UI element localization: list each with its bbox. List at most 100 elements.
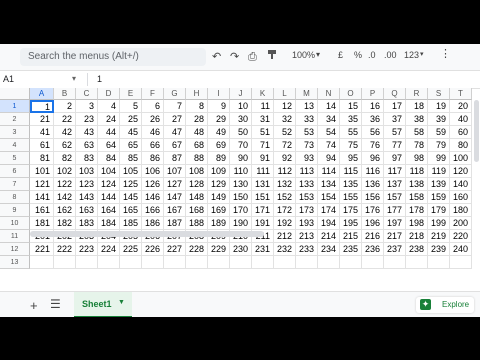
cell-d10[interactable]: 184 xyxy=(98,217,120,230)
column-header-c[interactable]: C xyxy=(76,88,98,100)
cell-f8[interactable]: 146 xyxy=(142,191,164,204)
cell-g13[interactable] xyxy=(164,256,186,269)
cell-m4[interactable]: 73 xyxy=(296,139,318,152)
cell-i12[interactable]: 229 xyxy=(208,243,230,256)
row-header-11[interactable]: 11 xyxy=(0,230,30,243)
cell-k13[interactable] xyxy=(252,256,274,269)
cell-o12[interactable]: 235 xyxy=(340,243,362,256)
cell-n1[interactable]: 14 xyxy=(318,100,340,113)
cell-m7[interactable]: 133 xyxy=(296,178,318,191)
cell-h3[interactable]: 48 xyxy=(186,126,208,139)
cell-b13[interactable] xyxy=(54,256,76,269)
sheet-tab[interactable]: Sheet1 ▼ xyxy=(74,292,132,317)
cell-d5[interactable]: 84 xyxy=(98,152,120,165)
horizontal-scrollbar[interactable] xyxy=(30,231,264,237)
cell-c1[interactable]: 3 xyxy=(76,100,98,113)
column-header-a[interactable]: A xyxy=(30,88,54,100)
cell-k5[interactable]: 91 xyxy=(252,152,274,165)
cell-m13[interactable] xyxy=(296,256,318,269)
cell-i4[interactable]: 69 xyxy=(208,139,230,152)
cell-p12[interactable]: 236 xyxy=(362,243,384,256)
cell-o9[interactable]: 175 xyxy=(340,204,362,217)
column-header-k[interactable]: K xyxy=(252,88,274,100)
cell-g8[interactable]: 147 xyxy=(164,191,186,204)
cell-t11[interactable]: 220 xyxy=(450,230,472,243)
row-header-10[interactable]: 10 xyxy=(0,217,30,230)
cell-f5[interactable]: 86 xyxy=(142,152,164,165)
cell-t10[interactable]: 200 xyxy=(450,217,472,230)
cell-d8[interactable]: 144 xyxy=(98,191,120,204)
cell-k7[interactable]: 131 xyxy=(252,178,274,191)
cell-o11[interactable]: 215 xyxy=(340,230,362,243)
cell-j13[interactable] xyxy=(230,256,252,269)
cell-q5[interactable]: 97 xyxy=(384,152,406,165)
cell-t8[interactable]: 160 xyxy=(450,191,472,204)
cell-q10[interactable]: 197 xyxy=(384,217,406,230)
cell-l4[interactable]: 72 xyxy=(274,139,296,152)
cell-f4[interactable]: 66 xyxy=(142,139,164,152)
cell-q1[interactable]: 17 xyxy=(384,100,406,113)
cell-s4[interactable]: 79 xyxy=(428,139,450,152)
column-header-o[interactable]: O xyxy=(340,88,362,100)
cell-j7[interactable]: 130 xyxy=(230,178,252,191)
cell-p3[interactable]: 56 xyxy=(362,126,384,139)
row-header-9[interactable]: 9 xyxy=(0,204,30,217)
cell-r8[interactable]: 158 xyxy=(406,191,428,204)
cell-g3[interactable]: 47 xyxy=(164,126,186,139)
cell-k12[interactable]: 231 xyxy=(252,243,274,256)
cell-p6[interactable]: 116 xyxy=(362,165,384,178)
cell-n10[interactable]: 194 xyxy=(318,217,340,230)
cell-m5[interactable]: 93 xyxy=(296,152,318,165)
cell-r10[interactable]: 198 xyxy=(406,217,428,230)
cell-r12[interactable]: 238 xyxy=(406,243,428,256)
cell-p8[interactable]: 156 xyxy=(362,191,384,204)
cell-e7[interactable]: 125 xyxy=(120,178,142,191)
name-box[interactable]: A1 xyxy=(3,74,14,84)
cell-h4[interactable]: 68 xyxy=(186,139,208,152)
cell-t4[interactable]: 80 xyxy=(450,139,472,152)
cell-a2[interactable]: 21 xyxy=(30,113,54,126)
cell-t13[interactable] xyxy=(450,256,472,269)
cell-c2[interactable]: 23 xyxy=(76,113,98,126)
cell-p13[interactable] xyxy=(362,256,384,269)
cell-b3[interactable]: 42 xyxy=(54,126,76,139)
cell-o13[interactable] xyxy=(340,256,362,269)
cell-j6[interactable]: 110 xyxy=(230,165,252,178)
cell-a4[interactable]: 61 xyxy=(30,139,54,152)
cell-m6[interactable]: 113 xyxy=(296,165,318,178)
cell-i6[interactable]: 109 xyxy=(208,165,230,178)
row-header-3[interactable]: 3 xyxy=(0,126,30,139)
cell-q7[interactable]: 137 xyxy=(384,178,406,191)
cell-f9[interactable]: 166 xyxy=(142,204,164,217)
cell-a7[interactable]: 121 xyxy=(30,178,54,191)
cell-d7[interactable]: 124 xyxy=(98,178,120,191)
cell-d4[interactable]: 64 xyxy=(98,139,120,152)
cell-q6[interactable]: 117 xyxy=(384,165,406,178)
cell-e13[interactable] xyxy=(120,256,142,269)
sheet-tab-caret-icon[interactable]: ▼ xyxy=(118,299,125,306)
row-header-5[interactable]: 5 xyxy=(0,152,30,165)
row-header-12[interactable]: 12 xyxy=(0,243,30,256)
cell-r3[interactable]: 58 xyxy=(406,126,428,139)
add-sheet-icon[interactable]: + xyxy=(30,298,38,313)
cell-c13[interactable] xyxy=(76,256,98,269)
cell-d9[interactable]: 164 xyxy=(98,204,120,217)
cell-l10[interactable]: 192 xyxy=(274,217,296,230)
row-header-4[interactable]: 4 xyxy=(0,139,30,152)
cell-g12[interactable]: 227 xyxy=(164,243,186,256)
cell-i3[interactable]: 49 xyxy=(208,126,230,139)
cell-b6[interactable]: 102 xyxy=(54,165,76,178)
cell-a6[interactable]: 101 xyxy=(30,165,54,178)
print-icon[interactable]: ⎙ xyxy=(248,49,257,65)
cell-j1[interactable]: 10 xyxy=(230,100,252,113)
cell-n4[interactable]: 74 xyxy=(318,139,340,152)
cell-d3[interactable]: 44 xyxy=(98,126,120,139)
cell-e12[interactable]: 225 xyxy=(120,243,142,256)
column-header-p[interactable]: P xyxy=(362,88,384,100)
increase-decimal-button[interactable]: .00 xyxy=(384,50,397,60)
column-header-g[interactable]: G xyxy=(164,88,186,100)
column-header-e[interactable]: E xyxy=(120,88,142,100)
column-header-b[interactable]: B xyxy=(54,88,76,100)
cell-k8[interactable]: 151 xyxy=(252,191,274,204)
cell-i10[interactable]: 189 xyxy=(208,217,230,230)
